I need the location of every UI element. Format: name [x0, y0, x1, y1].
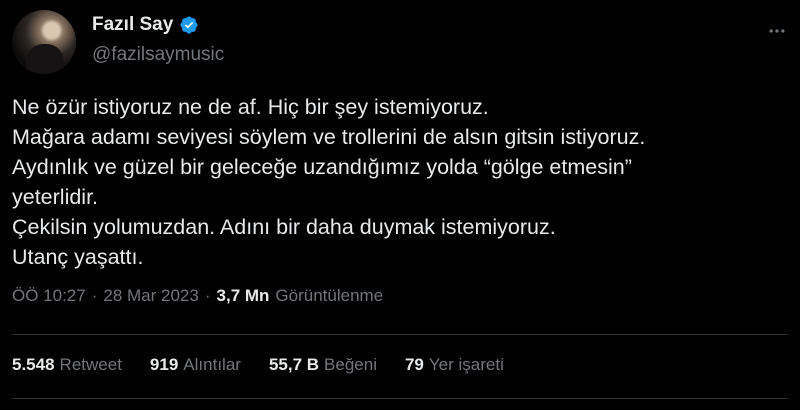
tweet-time[interactable]: ÖÖ 10:27 — [12, 286, 86, 306]
quotes-count: 919 — [149, 355, 179, 374]
likes-stat[interactable]: 55,7 B Beğeni — [269, 355, 377, 375]
divider — [12, 398, 788, 399]
tweet-line: Ne özür istiyoruz ne de af. Hiç bir şey … — [12, 95, 489, 119]
retweets-label: Retweet — [59, 355, 122, 374]
verified-badge-icon[interactable] — [179, 15, 199, 35]
meta-separator: · — [204, 286, 211, 305]
bookmarks-count: 79 — [404, 355, 424, 374]
tweet-header: Fazıl Say @fazilsaymusic — [12, 8, 788, 76]
tweet-meta: ÖÖ 10:27 · 28 Mar 2023 · 3,7 Mn Görüntül… — [12, 286, 383, 306]
tweet-date[interactable]: 28 Mar 2023 — [103, 286, 198, 306]
tweet-line: Utanç yaşattı. — [12, 245, 144, 269]
author-display-name[interactable]: Fazıl Say — [92, 14, 173, 36]
views-label: Görüntülenme — [275, 286, 384, 305]
retweets-count: 5.548 — [12, 355, 55, 374]
engagement-stats: 5.548 Retweet 919 Alıntılar 55,7 B Beğen… — [12, 355, 504, 375]
author-name-line: Fazıl Say — [92, 14, 199, 36]
more-options-icon[interactable] — [766, 20, 788, 42]
bookmarks-label: Yer işareti — [428, 355, 504, 374]
tweet-line: yeterlidir. — [12, 185, 99, 209]
tweet-text: Ne özür istiyoruz ne de af. Hiç bir şey … — [12, 92, 788, 272]
meta-separator: · — [91, 286, 98, 305]
tweet-line: Mağara adamı seviyesi söylem ve trolleri… — [12, 125, 646, 149]
divider — [12, 334, 788, 335]
likes-count: 55,7 B — [268, 355, 320, 374]
bookmarks-stat[interactable]: 79 Yer işareti — [405, 355, 504, 375]
tweet-line: Çekilsin yolumuzdan. Adını bir daha duym… — [12, 215, 556, 239]
author-handle[interactable]: @fazilsaymusic — [92, 44, 224, 66]
views-count: 3,7 Mn — [216, 286, 270, 305]
retweets-stat[interactable]: 5.548 Retweet — [12, 355, 122, 375]
tweet-line: Aydınlık ve güzel bir geleceğe uzandığım… — [12, 155, 632, 179]
author-avatar[interactable] — [12, 10, 76, 74]
quotes-stat[interactable]: 919 Alıntılar — [150, 355, 241, 375]
quotes-label: Alıntılar — [183, 355, 241, 374]
likes-label: Beğeni — [324, 355, 377, 374]
